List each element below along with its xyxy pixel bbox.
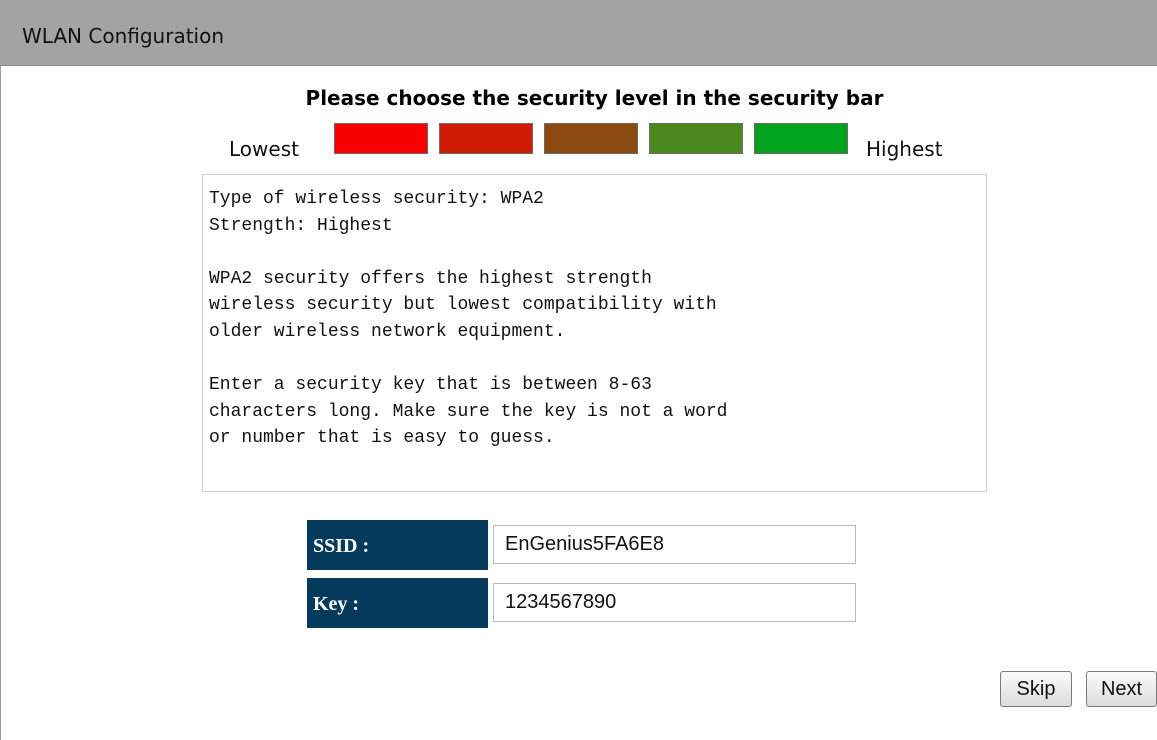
security-level-2[interactable] xyxy=(439,123,533,154)
security-description: Type of wireless security: WPA2 Strength… xyxy=(209,189,728,449)
security-level-3[interactable] xyxy=(544,123,638,154)
security-level-1[interactable] xyxy=(334,123,428,154)
page-title: WLAN Configuration xyxy=(22,24,225,48)
header-bar: WLAN Configuration xyxy=(0,0,1157,66)
key-label: Key : xyxy=(307,578,488,628)
security-level-4[interactable] xyxy=(649,123,743,154)
lowest-label: Lowest xyxy=(229,137,299,161)
ssid-input[interactable] xyxy=(493,525,856,564)
ssid-label: SSID : xyxy=(307,520,488,570)
key-input[interactable] xyxy=(493,583,856,622)
security-description-box[interactable]: Type of wireless security: WPA2 Strength… xyxy=(202,174,987,492)
skip-button[interactable]: Skip xyxy=(1000,671,1072,707)
next-button[interactable]: Next xyxy=(1086,671,1157,707)
security-heading: Please choose the security level in the … xyxy=(305,86,884,110)
highest-label: Highest xyxy=(866,137,943,161)
security-level-5[interactable] xyxy=(754,123,848,154)
